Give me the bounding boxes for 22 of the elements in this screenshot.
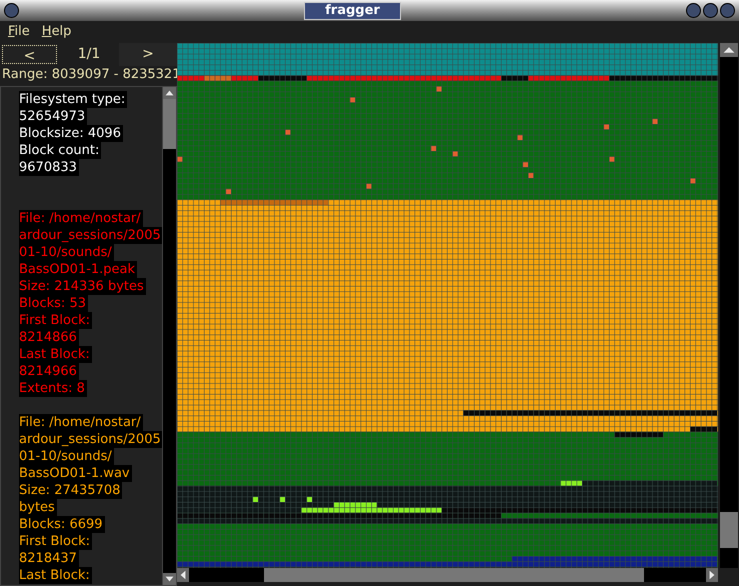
scrollbar-thumb[interactable] [264,568,644,582]
next-button[interactable]: > [119,43,177,66]
range-label: Range: 8039097 - 8235321 [1,66,177,84]
page-indicator: 1/1 [76,45,102,64]
window-menu-icon[interactable] [4,3,19,18]
scroll-up-icon[interactable] [163,87,176,99]
scroll-right-icon[interactable] [706,568,718,582]
menu-item[interactable]: Help [42,22,72,42]
menu-item[interactable]: File [8,22,30,42]
scroll-up-icon[interactable] [720,43,738,57]
vertical-scrollbar[interactable] [162,87,176,585]
vertical-scrollbar[interactable] [720,43,738,568]
horizontal-scrollbar[interactable] [177,568,718,582]
close-icon[interactable] [720,3,735,18]
minimize-icon[interactable] [686,3,701,18]
scrollbar-thumb[interactable] [163,99,176,149]
maximize-icon[interactable] [703,3,718,18]
scrollbar-thumb[interactable] [720,512,738,548]
scroll-left-icon[interactable] [177,568,189,582]
window-title: fragger [304,2,401,20]
previous-button[interactable]: < [2,45,57,64]
scroll-down-icon[interactable] [163,573,176,585]
